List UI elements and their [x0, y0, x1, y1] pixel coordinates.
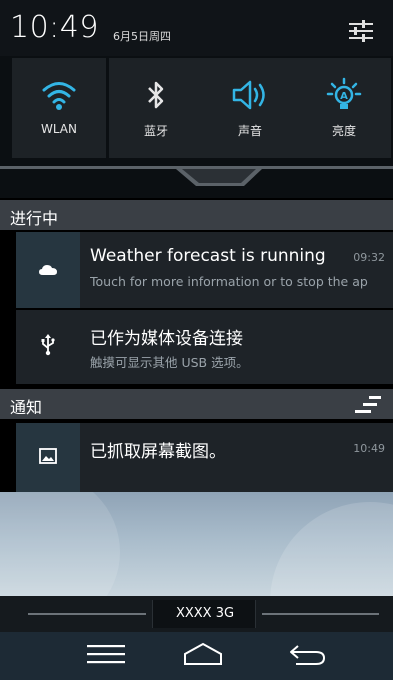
- qs-tile-wlan[interactable]: WLAN: [12, 58, 106, 158]
- bluetooth-icon: [109, 76, 203, 114]
- menu-button[interactable]: [76, 640, 136, 672]
- qs-tile-bluetooth[interactable]: 蓝牙: [109, 58, 203, 158]
- navigation-bar: [0, 632, 393, 680]
- qs-tile-sound[interactable]: 声音: [203, 58, 297, 158]
- clear-all-icon[interactable]: [355, 395, 381, 415]
- clock: 10:49: [10, 10, 99, 45]
- notification-icon-box: [16, 423, 80, 492]
- settings-toggle-icon[interactable]: [348, 20, 374, 42]
- notification-time: 09:32: [353, 251, 385, 264]
- notification-subtitle: 触摸可显示其他 USB 选项。: [90, 355, 249, 370]
- usb-icon: [40, 334, 56, 360]
- volume-icon: [203, 76, 297, 114]
- home-icon: [183, 642, 223, 670]
- notification-title: 已作为媒体设备连接: [90, 329, 243, 349]
- quick-settings: WLAN 蓝牙 声音 A 亮度: [0, 56, 393, 166]
- notification-weather[interactable]: Weather forecast is running Touch for mo…: [16, 232, 393, 308]
- notification-screenshot[interactable]: 已抓取屏幕截图。 10:49: [16, 423, 393, 492]
- notification-time: 10:49: [353, 442, 385, 455]
- carrier-bar: XXXX 3G: [0, 596, 393, 632]
- back-icon: [288, 642, 328, 670]
- notification-icon-box: [16, 232, 80, 308]
- cloud-icon: [39, 261, 57, 280]
- carrier-label: XXXX 3G: [175, 606, 235, 621]
- qs-label: 蓝牙: [143, 124, 168, 138]
- qs-label: 亮度: [331, 124, 356, 138]
- notification-subtitle: Touch for more information or to stop th…: [90, 274, 368, 289]
- notification-title: 已抓取屏幕截图。: [90, 442, 226, 462]
- notification-icon-box: [16, 310, 80, 384]
- menu-icon: [87, 644, 125, 668]
- drag-handle[interactable]: [0, 166, 393, 198]
- qs-label: 声音: [237, 124, 262, 138]
- notification-usb[interactable]: 已作为媒体设备连接 触摸可显示其他 USB 选项。: [16, 310, 393, 384]
- svg-text:A: A: [340, 91, 348, 102]
- brightness-icon: A: [297, 76, 391, 114]
- section-title: 通知: [10, 398, 43, 417]
- section-header-ongoing: 进行中: [0, 200, 393, 230]
- status-header: 10:49 6月5日周四: [0, 0, 393, 56]
- notification-title: Weather forecast is running: [90, 246, 326, 266]
- image-icon: [39, 447, 57, 468]
- section-header-notifications: 通知: [0, 389, 393, 419]
- wifi-icon: [12, 76, 106, 114]
- section-title: 进行中: [10, 209, 59, 228]
- wallpaper: [0, 492, 393, 596]
- home-button[interactable]: [173, 640, 233, 672]
- qs-tile-brightness[interactable]: A 亮度: [297, 58, 391, 158]
- date: 6月5日周四: [113, 30, 171, 43]
- carrier-label-box: XXXX 3G: [152, 600, 256, 628]
- back-button[interactable]: [278, 640, 338, 672]
- qs-label: WLAN: [40, 122, 77, 136]
